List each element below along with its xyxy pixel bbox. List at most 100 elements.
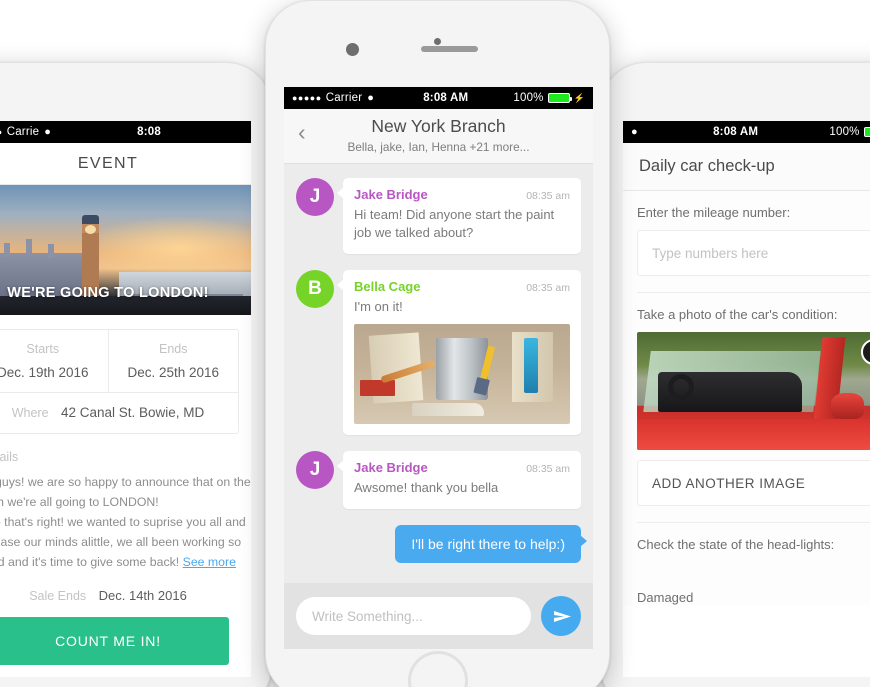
center-phone-chat-app: ●●●●● Carrier ● 8:08 AM 100% ⚡ ‹ New Yor… <box>265 0 610 687</box>
battery-icon <box>863 127 870 137</box>
status-time: 8:08 AM <box>423 92 469 104</box>
headlight-option-damaged[interactable]: Damaged <box>637 590 870 605</box>
status-right-group: 100% ⚡ <box>513 92 585 104</box>
message-time: 08:35 am <box>526 190 570 202</box>
chat-message: B Bella Cage 08:35 am I'm on it! <box>296 269 581 436</box>
signal-dots-icon: ●●●●● <box>292 93 322 103</box>
status-time: 8:08 AM <box>713 126 759 138</box>
send-icon[interactable] <box>541 596 581 636</box>
side-mirror <box>830 393 865 420</box>
event-navbar: ‹ EVENT <box>0 143 251 185</box>
details-label: Details <box>0 450 19 464</box>
message-text: Hi team! Did anyone start the paint job … <box>354 207 555 241</box>
outgoing-message: I'll be right there to help:) <box>296 524 587 563</box>
chat-status-bar: ●●●●● Carrier ● 8:08 AM 100% ⚡ <box>284 87 593 109</box>
where-label: Where <box>11 406 49 420</box>
red-toolbox <box>360 380 396 397</box>
wifi-icon: ● <box>367 92 375 104</box>
page-title: EVENT <box>77 154 139 172</box>
message-bubble: Bella Cage 08:35 am I'm on it! <box>337 269 581 436</box>
left-phone-screen: ●●●●● Carrie ● 8:08 ‹ EVENT WE'RE GOING … <box>0 121 251 677</box>
chat-navbar: ‹ New York Branch Bella, jake, Ian, Henn… <box>284 109 593 164</box>
details-line: Yep that's right! we wanted to suprise y… <box>0 514 246 529</box>
sale-ends-value: Dec. 14th 2016 <box>98 587 187 603</box>
divider <box>637 292 870 293</box>
checkup-body: Enter the mileage number: Type numbers h… <box>623 191 870 605</box>
signal-dots-icon: ●●●●● <box>0 127 3 137</box>
trowel <box>412 403 484 417</box>
details-line: hard and it's time to give some back! <box>0 554 180 569</box>
sender-name: Bella Cage <box>354 278 421 294</box>
checkup-navbar: Daily car check-up <box>623 143 870 191</box>
phones-showcase: ●●●●● Carrie ● 8:08 ‹ EVENT WE'RE GOING … <box>0 0 870 687</box>
message-image-paint-supplies[interactable] <box>354 324 570 425</box>
right-status-bar: ● 8:08 AM 100% ⚡ <box>623 121 870 143</box>
mileage-input[interactable]: Type numbers here <box>637 230 870 276</box>
where-value: 42 Canal St. Bowie, MD <box>60 405 205 420</box>
left-status-bar: ●●●●● Carrie ● 8:08 <box>0 121 251 143</box>
battery-percent: 100% <box>513 92 544 104</box>
charging-bolt-icon: ⚡ <box>573 92 585 103</box>
home-button[interactable] <box>407 651 468 687</box>
message-time: 08:35 am <box>526 281 570 294</box>
chat-message: J Jake Bridge 08:35 am Hi team! Did anyo… <box>296 178 581 254</box>
details-text: Hi guys! we are so happy to announce tha… <box>0 473 251 573</box>
front-camera-icon <box>433 38 441 45</box>
carrier-label: Carrie <box>6 126 40 138</box>
message-bubble: Jake Bridge 08:35 am Awsome! thank you b… <box>337 451 581 509</box>
hero-caption: WE'RE GOING TO LONDON! <box>7 285 209 301</box>
sale-ends-row: Sale Ends Dec. 14th 2016 <box>0 587 239 605</box>
chat-title: New York Branch <box>371 116 506 136</box>
car-condition-photo[interactable]: ✕ <box>637 332 870 450</box>
see-more-link[interactable]: See more <box>183 555 236 569</box>
message-time: 08:35 am <box>526 463 570 476</box>
right-phone-checkup-app: ● 8:08 AM 100% ⚡ Daily car check-up Ente… <box>600 62 870 687</box>
ends-label: Ends <box>159 342 188 356</box>
back-chevron-icon[interactable]: ‹ <box>298 119 306 146</box>
sender-name: Jake Bridge <box>354 187 428 202</box>
details-line: to ease our minds alittle, we all been w… <box>0 534 242 549</box>
sale-ends-label: Sale Ends <box>29 588 87 603</box>
ends-value: Dec. 25th 2016 <box>127 365 220 380</box>
status-right-group: 100% ⚡ <box>829 126 870 138</box>
avatar[interactable]: J <box>296 178 334 216</box>
chat-message-list[interactable]: J Jake Bridge 08:35 am Hi team! Did anyo… <box>284 164 593 600</box>
chat-participants[interactable]: Bella, jake, Ian, Henna +21 more... <box>284 140 593 154</box>
event-ends-cell: Ends Dec. 25th 2016 <box>107 330 239 392</box>
right-phone-screen: ● 8:08 AM 100% ⚡ Daily car check-up Ente… <box>623 121 870 677</box>
paint-board-right <box>511 332 553 403</box>
message-input[interactable]: Write Something... <box>296 597 531 635</box>
chat-message: J Jake Bridge 08:35 am Awsome! thank you… <box>296 451 581 509</box>
left-phone-event-app: ●●●●● Carrie ● 8:08 ‹ EVENT WE'RE GOING … <box>0 62 272 687</box>
headlight-label: Check the state of the head-lights: <box>637 537 835 552</box>
starts-value: Dec. 19th 2016 <box>0 365 89 380</box>
message-text: I'm on it! <box>354 298 403 314</box>
wifi-icon: ● <box>631 126 638 138</box>
battery-icon <box>547 93 572 103</box>
details-line: 19th we're all going to LONDON! <box>0 494 159 509</box>
wifi-icon: ● <box>44 126 52 138</box>
proximity-sensor-icon <box>346 43 359 56</box>
car-body <box>637 419 870 450</box>
outgoing-bubble: I'll be right there to help:) <box>395 524 587 563</box>
details-last-line: hard and it's time to give some back! Se… <box>0 553 239 573</box>
page-title: Daily car check-up <box>639 157 775 175</box>
count-me-in-button[interactable]: COUNT ME IN! <box>0 616 229 665</box>
avatar[interactable]: J <box>296 451 334 490</box>
message-text: Awsome! thank you bella <box>354 480 499 496</box>
event-starts-cell: Starts Dec. 19th 2016 <box>0 330 108 392</box>
details-line: Hi guys! we are so happy to announce tha… <box>0 475 251 489</box>
avatar[interactable]: B <box>296 269 334 308</box>
event-body: Starts Dec. 19th 2016 Ends Dec. 25th 201… <box>0 315 251 665</box>
battery-percent: 100% <box>829 126 860 138</box>
close-icon[interactable]: ✕ <box>861 339 870 365</box>
carrier-label: Carrier <box>325 92 363 104</box>
event-hero-image-london: WE'RE GOING TO LONDON! <box>0 185 251 315</box>
message-bubble: Jake Bridge 08:35 am Hi team! Did anyone… <box>337 178 581 254</box>
event-where-row: Where 42 Canal St. Bowie, MD <box>0 392 238 433</box>
event-schedule-card: Starts Dec. 19th 2016 Ends Dec. 25th 201… <box>0 329 239 434</box>
divider <box>637 522 870 523</box>
add-another-image-button[interactable]: ADD ANOTHER IMAGE <box>637 460 870 506</box>
center-phone-screen: ●●●●● Carrier ● 8:08 AM 100% ⚡ ‹ New Yor… <box>284 87 593 649</box>
mileage-label: Enter the mileage number: <box>637 205 791 220</box>
